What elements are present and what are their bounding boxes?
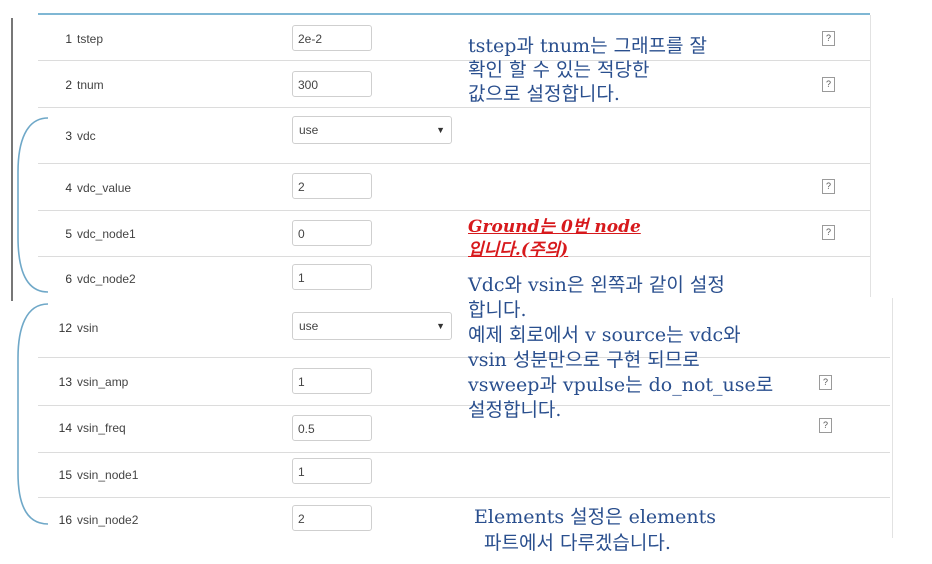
- vsin-select[interactable]: use ▼: [292, 312, 452, 340]
- row-number: 13: [58, 375, 72, 389]
- param-row-tstep: 1 tstep 2e-2 ?: [38, 15, 870, 61]
- help-icon[interactable]: ?: [822, 31, 835, 46]
- tstep-input[interactable]: 2e-2: [292, 25, 372, 51]
- row-number: 6: [65, 272, 72, 286]
- annotation-line: 확인 할 수 있는 적당한: [468, 59, 650, 81]
- param-name: vsin_freq: [77, 421, 126, 435]
- param-row-vsin-node1: 15 vsin_node1 1: [38, 453, 890, 498]
- row-number: 2: [65, 78, 72, 92]
- vdc-select[interactable]: use ▼: [292, 116, 452, 144]
- row-number: 14: [58, 421, 72, 435]
- param-row-vdc-node1: 5 vdc_node1 0 ?: [38, 211, 870, 257]
- vsource-annotation: Vdc와 vsin은 왼쪽과 같이 설정 합니다. 예제 회로에서 v sour…: [468, 273, 773, 423]
- vsin-node1-input[interactable]: 1: [292, 458, 372, 484]
- tnum-input[interactable]: 300: [292, 71, 372, 97]
- dropdown-arrow-icon: ▼: [436, 321, 445, 331]
- annotation-line: 합니다.: [468, 299, 527, 321]
- param-name: vsin_node1: [77, 468, 139, 482]
- annotation-line: vsin 성분만으로 구현 되므로: [468, 349, 700, 371]
- param-row-vsin-node2: 16 vsin_node2 2: [38, 498, 890, 538]
- vdc-node2-input[interactable]: 1: [292, 264, 372, 290]
- row-number: 16: [58, 513, 72, 527]
- param-name: vdc_node2: [77, 272, 136, 286]
- ground-warning: Ground는 0번 node 입니다.(주의): [468, 216, 641, 262]
- param-name: vsin_amp: [77, 375, 129, 389]
- dropdown-arrow-icon: ▼: [436, 125, 445, 135]
- annotation-line: tstep과 tnum는 그래프를 잘: [468, 35, 708, 57]
- vsin-freq-input[interactable]: 0.5: [292, 415, 372, 441]
- help-icon[interactable]: ?: [819, 418, 832, 433]
- annotation-line: Elements 설정은 elements: [474, 506, 717, 528]
- param-name: vdc_value: [77, 181, 132, 195]
- row-number: 1: [65, 32, 72, 46]
- help-icon[interactable]: ?: [822, 179, 835, 194]
- tstep-annotation: tstep과 tnum는 그래프를 잘 확인 할 수 있는 적당한 값으로 설정…: [468, 34, 707, 106]
- param-name: vsin: [77, 321, 99, 335]
- help-icon[interactable]: ?: [822, 77, 835, 92]
- vdc-node1-input[interactable]: 0: [292, 220, 372, 246]
- param-name: vdc: [77, 129, 96, 143]
- param-name: vdc_node1: [77, 227, 136, 241]
- param-row-tnum: 2 tnum 300 ?: [38, 61, 870, 108]
- annotation-line: vsweep과 vpulse는 do_not_use로: [468, 374, 774, 396]
- vsin-amp-input[interactable]: 1: [292, 368, 372, 394]
- table-right-border-lower: [892, 298, 893, 538]
- annotation-line: 설정합니다.: [468, 399, 562, 421]
- elements-annotation: Elements 설정은 elements 파트에서 다루겠습니다.: [474, 504, 716, 556]
- row-number: 12: [58, 321, 72, 335]
- row-number: 4: [65, 181, 72, 195]
- param-name: vsin_node2: [77, 513, 139, 527]
- help-icon[interactable]: ?: [819, 375, 832, 390]
- annotation-line: 값으로 설정합니다.: [468, 83, 620, 105]
- annotation-line: Vdc와 vsin은 왼쪽과 같이 설정: [468, 274, 725, 296]
- help-icon[interactable]: ?: [822, 225, 835, 240]
- annotation-line: 파트에서 다루겠습니다.: [484, 532, 671, 554]
- row-number: 5: [65, 227, 72, 241]
- row-number: 3: [65, 129, 72, 143]
- param-row-vdc: 3 vdc use ▼: [38, 108, 870, 164]
- annotation-line: 예제 회로에서 v source는 vdc와: [468, 324, 741, 346]
- row-number: 15: [58, 468, 72, 482]
- selected-value: use: [299, 319, 319, 333]
- warning-line: Ground는 0번 node: [468, 217, 641, 237]
- param-row-vdc-value: 4 vdc_value 2 ?: [38, 164, 870, 211]
- warning-line: 입니다.(주의): [468, 240, 569, 260]
- param-name: tstep: [77, 32, 104, 46]
- param-name: tnum: [77, 78, 104, 92]
- selected-value: use: [299, 123, 319, 137]
- vdc-value-input[interactable]: 2: [292, 173, 372, 199]
- table-right-border-upper: [870, 15, 871, 297]
- vsin-node2-input[interactable]: 2: [292, 505, 372, 531]
